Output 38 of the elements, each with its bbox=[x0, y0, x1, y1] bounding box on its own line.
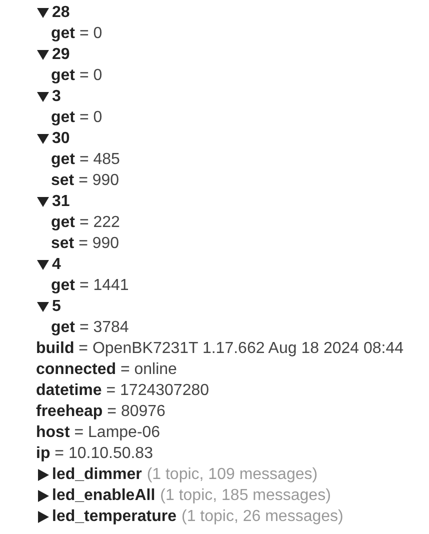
key-value-text: build = OpenBK7231T 1.17.662 Aug 18 2024 08:44 bbox=[36, 340, 404, 357]
expanded-caret-icon[interactable] bbox=[36, 90, 50, 102]
key-value-text: datetime = 1724307280 bbox=[36, 382, 210, 399]
expanded-caret-icon[interactable] bbox=[36, 196, 50, 208]
expanded-caret-icon[interactable] bbox=[36, 48, 50, 60]
topic-label[interactable]: 31 bbox=[52, 191, 70, 212]
topic-label[interactable]: led_dimmer bbox=[52, 464, 142, 485]
collapsed-caret-icon[interactable] bbox=[36, 490, 50, 502]
key-value-text: ip = 10.10.50.83 bbox=[36, 445, 153, 462]
topic-summary: (1 topic, 185 messages) bbox=[160, 486, 331, 506]
key-value-text: connected = online bbox=[36, 361, 177, 378]
collapsed-caret-icon[interactable] bbox=[36, 468, 50, 480]
topic-label[interactable]: 28 bbox=[52, 2, 70, 23]
topic-label[interactable]: 3 bbox=[52, 86, 61, 107]
key-value-text: get = 0 bbox=[51, 25, 102, 42]
topic-label[interactable]: 5 bbox=[52, 296, 61, 317]
topic-summary: (1 topic, 109 messages) bbox=[146, 465, 318, 485]
collapsed-caret-icon[interactable] bbox=[36, 510, 50, 522]
key-value-text: get = 0 bbox=[51, 67, 102, 84]
topic-summary: (1 topic, 26 messages) bbox=[182, 507, 344, 527]
key-value-text: get = 3784 bbox=[51, 319, 129, 336]
key-value-text: freeheap = 80976 bbox=[36, 403, 166, 420]
topic-label[interactable]: 4 bbox=[52, 254, 61, 275]
key-value-text: get = 1441 bbox=[51, 277, 129, 294]
key-value-text: get = 485 bbox=[51, 151, 120, 168]
topic-label[interactable]: 29 bbox=[52, 44, 70, 65]
expanded-caret-icon[interactable] bbox=[36, 258, 50, 270]
topic-label[interactable]: led_enableAll bbox=[52, 485, 156, 506]
key-value-text: set = 990 bbox=[51, 172, 120, 189]
expanded-caret-icon[interactable] bbox=[36, 6, 50, 18]
key-value-text: set = 990 bbox=[51, 235, 120, 252]
key-value-text: get = 222 bbox=[51, 214, 120, 231]
expanded-caret-icon[interactable] bbox=[36, 132, 50, 144]
topic-label[interactable]: 30 bbox=[52, 128, 70, 149]
key-value-text: get = 0 bbox=[51, 109, 102, 126]
expanded-caret-icon[interactable] bbox=[36, 300, 50, 312]
key-value-text: host = Lampe-06 bbox=[36, 424, 160, 441]
topic-label[interactable]: led_temperature bbox=[52, 506, 176, 527]
